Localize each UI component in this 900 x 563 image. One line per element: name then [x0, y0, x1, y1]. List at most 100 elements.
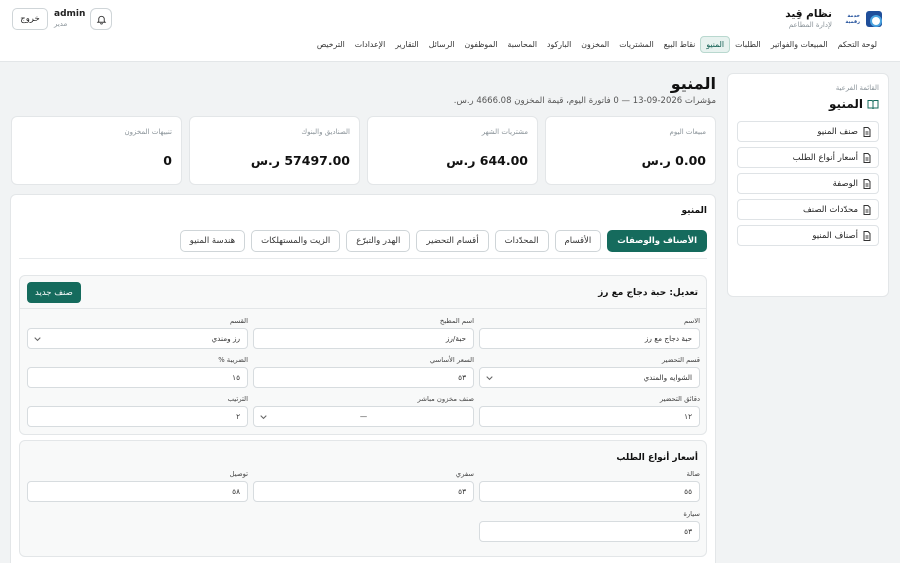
user-box: خروج admin مدير: [12, 8, 85, 30]
menu-tabs: الأصناف والوصفات الأقسام المحدّدات أقسام…: [179, 230, 707, 252]
brand-logo-text: خدمة رقمية: [845, 13, 860, 25]
kitchen-name-field-group: اسم المطبخ حبة/رز: [253, 316, 474, 349]
tax-input[interactable]: ١٥: [27, 367, 248, 388]
brand-tagline: لإدارة المطاعم: [788, 21, 832, 29]
field-label: الضريبة %: [218, 356, 248, 364]
field-label: الاسم: [684, 317, 700, 325]
prep-minutes-input[interactable]: ١٢: [479, 406, 700, 427]
nav-inventory[interactable]: المخزون: [576, 37, 614, 52]
chevron-down-icon: [34, 337, 41, 342]
prices-form-title: أسعار أنواع الطلب: [616, 453, 698, 463]
nav-license[interactable]: الترخيص: [312, 37, 350, 52]
nav-sales[interactable]: المبيعات والفواتير: [766, 37, 833, 52]
field-label: توصيل: [229, 470, 248, 478]
book-icon: [867, 99, 879, 109]
order-input[interactable]: ٢: [27, 406, 248, 427]
category-select[interactable]: رز ومندي: [27, 328, 248, 349]
tab-oil-consumables[interactable]: الزيت والمستهلكات: [251, 230, 341, 252]
divider: [20, 308, 706, 309]
field-label: صنف مخزون مباشر: [417, 395, 474, 403]
user-name: admin: [54, 9, 86, 19]
stat-card-value: 644.00 ر.س: [446, 153, 528, 168]
kitchen-name-input[interactable]: حبة/رز: [253, 328, 474, 349]
tab-categories[interactable]: الأقسام: [554, 230, 602, 252]
stat-card-cash-banks: الصناديق والبنوك 57497.00 ر.س: [189, 116, 360, 185]
divider: [19, 258, 707, 259]
field-label: القسم: [230, 317, 248, 325]
sidebar-item-menu-items[interactable]: أصناف المنيو: [737, 225, 879, 246]
sidebar-item-menu-item[interactable]: صنف المنيو: [737, 121, 879, 142]
takeaway-price-field-group: سفري ٥٣: [253, 469, 474, 502]
hall-price-input[interactable]: ٥٥: [479, 481, 700, 502]
delivery-price-input[interactable]: ٥٨: [27, 481, 248, 502]
chevron-down-icon: [486, 376, 493, 381]
tab-prep-sections[interactable]: أقسام التحضير: [416, 230, 489, 252]
tab-items-recipes[interactable]: الأصناف والوصفات: [607, 230, 707, 252]
stat-card-today-sales: مبيعات اليوم 0.00 ر.س: [545, 116, 716, 185]
base-price-field-group: السعر الأساسي ٥٣: [253, 355, 474, 388]
page-title: المنيو: [670, 74, 716, 93]
direct-stock-select-value: —: [359, 412, 368, 421]
stat-card-value: 0: [163, 153, 172, 168]
tab-waste-donation[interactable]: الهدر والتبرّع: [346, 230, 411, 252]
nav-barcode[interactable]: الباركود: [542, 37, 576, 52]
base-price-input[interactable]: ٥٣: [253, 367, 474, 388]
logout-button[interactable]: خروج: [12, 8, 48, 30]
sidebar-item-label: محدّدات الصنف: [802, 204, 858, 215]
delivery-price-field-group: توصيل ٥٨: [27, 469, 248, 502]
nav-employees[interactable]: الموظفون: [460, 37, 503, 52]
nav-purchases[interactable]: المشتريات: [614, 37, 659, 52]
takeaway-price-input[interactable]: ٥٣: [253, 481, 474, 502]
name-input[interactable]: حبة دجاج مع رز: [479, 328, 700, 349]
field-label: سيارة: [683, 510, 700, 518]
stat-card-label: الصناديق والبنوك: [301, 128, 350, 136]
edit-form-title: تعديل: حبة دجاج مع رز: [598, 288, 698, 298]
chevron-down-icon: [260, 415, 267, 420]
sidebar-title-text: المنيو: [829, 97, 863, 111]
stat-card-value: 0.00 ر.س: [641, 153, 706, 168]
stat-card-month-purchases: مشتريات الشهر 644.00 ر.س: [367, 116, 538, 185]
nav-messages[interactable]: الرسائل: [424, 37, 460, 52]
menu-panel: المنيو الأصناف والوصفات الأقسام المحدّدا…: [10, 194, 716, 563]
field-label: قسم التحضير: [661, 356, 700, 364]
prep-section-select[interactable]: الشوايه والمندي: [479, 367, 700, 388]
tax-field-group: الضريبة % ١٥: [27, 355, 248, 388]
nav-dashboard[interactable]: لوحة التحكم: [833, 37, 882, 52]
page-subtitle: مؤشرات 2026-09-13 — 0 فاتورة اليوم، قيمة…: [453, 96, 716, 106]
edit-item-form: تعديل: حبة دجاج مع رز صنف جديد الاسم حبة…: [19, 275, 707, 435]
nav-orders[interactable]: الطلبات: [730, 37, 766, 52]
sidebar-item-recipe[interactable]: الوصفة: [737, 173, 879, 194]
nav-menu[interactable]: المنيو: [700, 36, 731, 53]
top-header: خدمة رقمية نظام قِيد لإدارة المطاعم خروج…: [0, 0, 900, 62]
stat-card-label: مشتريات الشهر: [481, 128, 528, 136]
car-price-input[interactable]: ٥٣: [479, 521, 700, 542]
sidebar-item-label: الوصفة: [832, 178, 858, 189]
nav-reports[interactable]: التقارير: [390, 37, 423, 52]
nav-accounting[interactable]: المحاسبة: [503, 37, 543, 52]
notifications-button[interactable]: [90, 8, 112, 30]
order-field-group: الترتيب ٢: [27, 394, 248, 427]
brand-name: نظام قِيد: [785, 8, 832, 20]
nav-pos[interactable]: نقاط البيع: [659, 37, 701, 52]
sidebar-item-modifiers[interactable]: محدّدات الصنف: [737, 199, 879, 220]
document-icon: [863, 204, 871, 215]
stat-card-value: 57497.00 ر.س: [250, 153, 350, 168]
stat-card-label: تنبيهات المخزون: [124, 128, 173, 136]
field-label: سفري: [455, 470, 474, 478]
tab-menu-engineering[interactable]: هندسة المنيو: [179, 230, 246, 252]
tab-modifiers[interactable]: المحدّدات: [494, 230, 549, 252]
stat-card-stock-alerts: تنبيهات المخزون 0: [11, 116, 182, 185]
bell-icon: [96, 15, 106, 25]
new-item-button[interactable]: صنف جديد: [27, 282, 81, 303]
user-role: مدير: [54, 20, 68, 28]
name-field-group: الاسم حبة دجاج مع رز: [479, 316, 700, 349]
hall-price-field-group: صالة ٥٥: [479, 469, 700, 502]
nav-settings[interactable]: الإعدادات: [350, 37, 391, 52]
document-icon: [863, 126, 871, 137]
stat-cards: مبيعات اليوم 0.00 ر.س مشتريات الشهر 644.…: [10, 116, 716, 185]
brand[interactable]: خدمة رقمية نظام قِيد لإدارة المطاعم: [785, 8, 882, 30]
sidebar: القائمة الفرعية المنيو صنف المنيو أسعار …: [727, 73, 889, 297]
sidebar-item-order-type-prices[interactable]: أسعار أنواع الطلب: [737, 147, 879, 168]
field-label: اسم المطبخ: [439, 317, 474, 325]
direct-stock-select[interactable]: —: [253, 406, 474, 427]
